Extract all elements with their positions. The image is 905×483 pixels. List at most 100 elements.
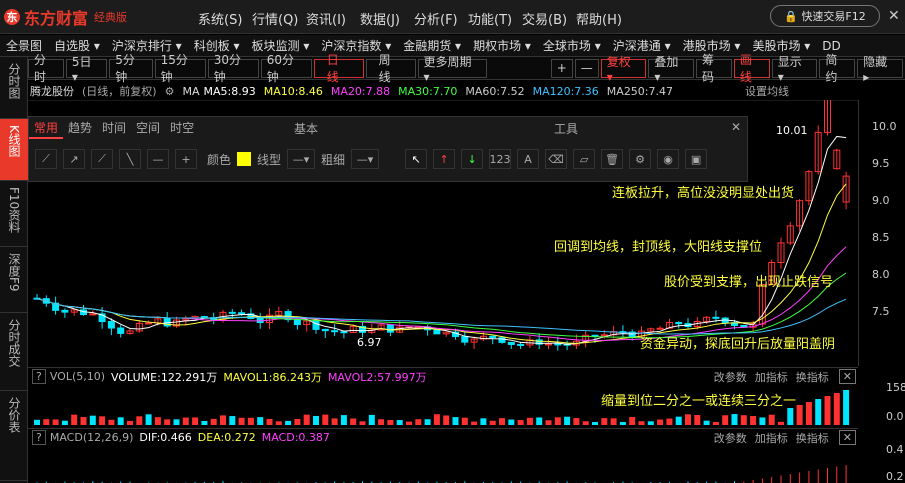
sidebar-item-trades[interactable]: 分时成交 (0, 313, 28, 391)
display-button[interactable]: 显示 ▾ (771, 55, 818, 84)
eye-icon[interactable]: ◉ (657, 149, 680, 169)
menu-function[interactable]: 功能(T) (468, 9, 522, 28)
ma-info-bar: 腾龙股份 (日线，前复权) ⚙ MA MA5:8.93 MA10:8.46 MA… (28, 82, 905, 100)
tab-15min[interactable]: 15分钟 (154, 53, 206, 84)
volume-bar (592, 421, 598, 425)
drawing-toolbox: 常用 趋势 时间 空间 时空 基本 工具 ✕ ⟋ ↗ ⟋ ╲ — + 颜色 线型… (28, 116, 748, 182)
trash-icon[interactable]: 🗑 (601, 149, 624, 169)
switch-indicator-button[interactable]: 换指标 (796, 430, 829, 446)
help-icon[interactable]: ? (32, 430, 46, 445)
volume-bar (815, 399, 822, 425)
cursor-icon[interactable]: ↖ (405, 149, 428, 169)
menu-data[interactable]: 数据(J) (360, 9, 414, 28)
sidebar-item-price-table[interactable]: 分价表 (0, 391, 28, 481)
tab-5min[interactable]: 5分钟 (109, 53, 153, 84)
volume-bar (43, 419, 50, 425)
up-arrow-icon[interactable]: ↑ (433, 149, 456, 169)
sidebar-item-intraday[interactable]: 分时图 (0, 57, 28, 119)
close-icon[interactable]: ✕ (731, 120, 741, 134)
menu-news[interactable]: 资讯(I) (306, 9, 360, 28)
volume-bar (582, 421, 589, 425)
edit-params-button[interactable]: 改参数 (714, 430, 747, 446)
volume-bar (796, 405, 803, 425)
candle-body (228, 311, 236, 314)
add-indicator-button[interactable]: 加指标 (755, 369, 788, 385)
menu-quote[interactable]: 行情(Q) (252, 9, 306, 28)
zoom-out-button[interactable]: — (574, 58, 599, 78)
chips-button[interactable]: 筹码 (696, 53, 732, 84)
hide-button[interactable]: 隐藏 ▸ (857, 55, 903, 84)
tab-5day[interactable]: 5日 ▾ (65, 55, 108, 84)
diagonal-line-icon[interactable]: ╲ (119, 149, 141, 169)
volume-bar (461, 417, 468, 425)
nav-item-futures[interactable]: 金融期货 ▾ (397, 37, 467, 54)
menu-system[interactable]: 系统(S) (198, 9, 252, 28)
volume-bar (685, 414, 691, 425)
tab-daily[interactable]: 日线 (313, 53, 364, 84)
nav-item-options[interactable]: 期权市场 ▾ (467, 37, 537, 54)
quick-trade-button[interactable]: 🔒 快速交易F12 (770, 5, 880, 27)
draw-line-button[interactable]: 画线 (733, 53, 770, 84)
simple-button[interactable]: 简约 (819, 53, 856, 84)
ma-settings-button[interactable]: 设置均线 (745, 83, 789, 99)
tab-intraday[interactable]: 分时 (28, 53, 64, 84)
volume-bar (34, 419, 40, 425)
close-icon[interactable]: ✕ (888, 8, 900, 24)
tab-60min[interactable]: 60分钟 (260, 53, 312, 84)
add-indicator-button[interactable]: 加指标 (755, 430, 788, 446)
volume-bar (610, 418, 617, 425)
nav-item-connect[interactable]: 沪深港通 ▾ (607, 37, 677, 54)
sidebar-item-kline[interactable]: K线图 (0, 119, 28, 181)
volume-bar (722, 415, 729, 425)
tab-more-periods[interactable]: 更多周期 ▾ (417, 55, 488, 84)
tick-label: 9.0 (872, 194, 890, 207)
tab-spacetime[interactable]: 时空 (165, 117, 199, 139)
edit-params-button[interactable]: 改参数 (714, 369, 747, 385)
volume-bar (452, 417, 459, 425)
ray-line-icon[interactable]: ↗ (63, 149, 85, 169)
eraser-icon[interactable]: ⌫ (545, 149, 568, 169)
mavol2-value: MAVOL2:57.997万 (327, 370, 427, 384)
number-icon[interactable]: 123 (489, 149, 512, 169)
sidebar-item-depth[interactable]: 深度F9 (0, 247, 28, 313)
tab-time[interactable]: 时间 (97, 117, 131, 139)
thickness-select[interactable]: —▾ (351, 149, 380, 169)
tab-30min[interactable]: 30分钟 (207, 53, 259, 84)
nav-item-global[interactable]: 全球市场 ▾ (537, 37, 607, 54)
sidebar-item-f10[interactable]: F10资料 (0, 181, 28, 247)
menu-help[interactable]: 帮助(H) (576, 9, 630, 28)
cross-icon[interactable]: + (175, 149, 197, 169)
close-icon[interactable]: ✕ (838, 430, 856, 445)
switch-indicator-button[interactable]: 换指标 (796, 369, 829, 385)
erase-all-icon[interactable]: ▱ (573, 149, 596, 169)
gear-icon[interactable]: ⚙ (165, 85, 175, 98)
adjust-button[interactable]: 复权 ▾ (600, 55, 647, 84)
volume-chart[interactable] (28, 385, 858, 425)
text-icon[interactable]: A (517, 149, 540, 169)
toolbox-tabs: 常用 趋势 时间 空间 时空 (29, 117, 199, 139)
volume-bar (201, 421, 208, 425)
line-type-select[interactable]: —▾ (287, 149, 316, 169)
help-icon[interactable]: ? (32, 369, 46, 384)
horizontal-line-icon[interactable]: — (147, 149, 169, 169)
stock-name: 腾龙股份 (30, 85, 74, 98)
down-arrow-icon[interactable]: ↓ (461, 149, 484, 169)
overlay-button[interactable]: 叠加 ▾ (648, 55, 695, 84)
volume-bar (303, 414, 310, 425)
tab-weekly[interactable]: 周线 (365, 53, 416, 84)
menu-trade[interactable]: 交易(B) (522, 9, 576, 28)
tab-common[interactable]: 常用 (29, 117, 64, 139)
segment-line-icon[interactable]: ⟋ (35, 149, 57, 169)
close-icon[interactable]: ✕ (838, 369, 856, 384)
settings-icon[interactable]: ⚙ (629, 149, 652, 169)
macd-chart[interactable] (28, 446, 858, 483)
zoom-in-button[interactable]: + (550, 58, 573, 78)
line-icon[interactable]: ⟋ (91, 149, 113, 169)
sidebar-label: K线图 (7, 125, 21, 157)
save-icon[interactable]: ▣ (685, 149, 708, 169)
color-swatch[interactable] (237, 152, 252, 166)
tab-trend[interactable]: 趋势 (63, 117, 97, 139)
tab-space[interactable]: 空间 (131, 117, 165, 139)
volume-bar (666, 418, 673, 425)
menu-analysis[interactable]: 分析(F) (414, 9, 468, 28)
